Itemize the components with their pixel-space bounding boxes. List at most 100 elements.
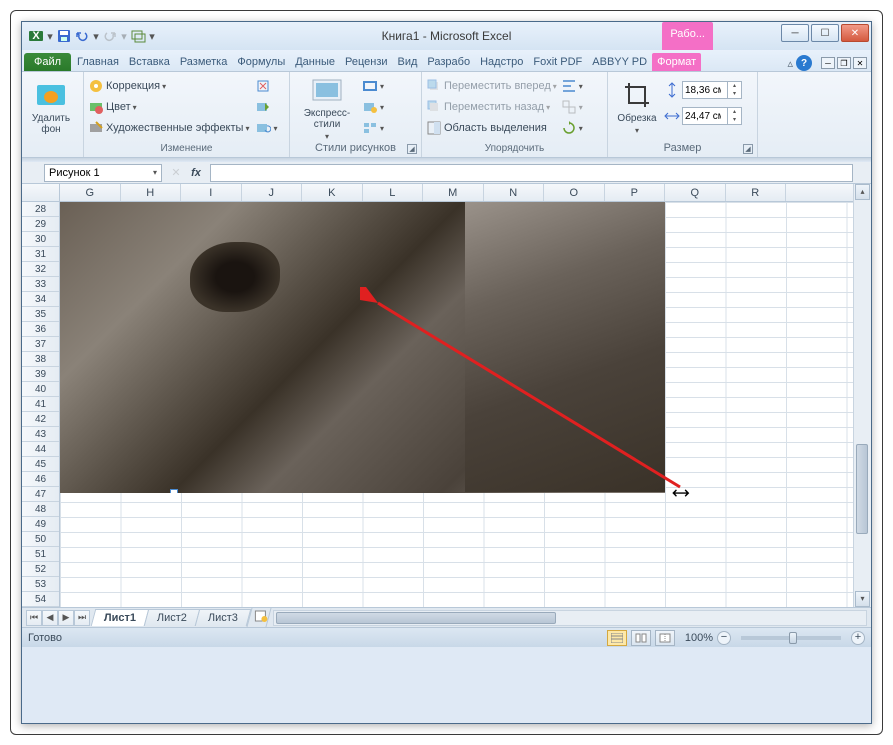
name-box[interactable]: Рисунок 1▾: [44, 164, 162, 182]
reset-picture-button[interactable]: ▾: [255, 118, 277, 138]
col-header[interactable]: P: [605, 184, 666, 201]
horizontal-scrollbar[interactable]: [273, 610, 867, 626]
row-header[interactable]: 42: [22, 412, 59, 427]
minimize-button[interactable]: ─: [781, 24, 809, 42]
close-button[interactable]: ✕: [841, 24, 869, 42]
bring-forward-button[interactable]: Переместить вперед▾: [426, 76, 557, 96]
height-spinner[interactable]: ▴▾: [682, 81, 742, 99]
tab-nav-prev[interactable]: ◀: [42, 610, 58, 626]
scroll-up-button[interactable]: ▴: [855, 184, 870, 200]
width-spinner[interactable]: ▴▾: [682, 107, 742, 125]
col-header[interactable]: I: [181, 184, 242, 201]
tab-nav-first[interactable]: ⏮: [26, 610, 42, 626]
express-styles-button[interactable]: Экспресс-стили ▾: [294, 74, 360, 140]
compress-button[interactable]: [255, 76, 277, 96]
qat-customize-icon[interactable]: [130, 28, 146, 44]
row-header[interactable]: 44: [22, 442, 59, 457]
zoom-thumb[interactable]: [789, 632, 797, 644]
tab-addins[interactable]: Надстро: [475, 53, 528, 71]
sheet-tab-1[interactable]: Лист1: [91, 609, 150, 626]
scroll-thumb[interactable]: [856, 444, 868, 534]
cells-area[interactable]: ⤡: [60, 202, 853, 607]
tab-layout[interactable]: Разметка: [175, 53, 233, 71]
row-header[interactable]: 47: [22, 487, 59, 502]
row-header[interactable]: 53: [22, 577, 59, 592]
send-backward-button[interactable]: Переместить назад▾: [426, 97, 557, 117]
undo-icon[interactable]: [74, 28, 90, 44]
tab-data[interactable]: Данные: [290, 53, 340, 71]
picture-border-button[interactable]: ▾: [362, 76, 384, 96]
select-all-corner[interactable]: [22, 184, 60, 202]
row-header[interactable]: 31: [22, 247, 59, 262]
col-header[interactable]: M: [423, 184, 484, 201]
zoom-level[interactable]: 100%: [685, 632, 713, 644]
workbook-restore-button[interactable]: ❐: [837, 57, 851, 69]
col-header[interactable]: J: [242, 184, 303, 201]
workbook-minimize-button[interactable]: ─: [821, 57, 835, 69]
save-icon[interactable]: [56, 28, 72, 44]
namebox-dropdown-icon[interactable]: ▾: [153, 168, 157, 177]
tab-developer[interactable]: Разрабо: [422, 53, 475, 71]
maximize-button[interactable]: ☐: [811, 24, 839, 42]
group-button[interactable]: ▾: [561, 97, 583, 117]
view-page-break-button[interactable]: [655, 630, 675, 646]
row-header[interactable]: 38: [22, 352, 59, 367]
view-normal-button[interactable]: [607, 630, 627, 646]
row-header[interactable]: 43: [22, 427, 59, 442]
row-header[interactable]: 32: [22, 262, 59, 277]
redo-dropdown-icon[interactable]: ▾: [120, 30, 128, 43]
row-header[interactable]: 40: [22, 382, 59, 397]
zoom-out-button[interactable]: −: [717, 631, 731, 645]
workbook-close-button[interactable]: ✕: [853, 57, 867, 69]
worksheet-grid[interactable]: G H I J K L M N O P Q R 28 29 30 31 32 3…: [22, 184, 871, 607]
redo-icon[interactable]: [102, 28, 118, 44]
row-header[interactable]: 49: [22, 517, 59, 532]
ribbon-minimize-icon[interactable]: ▵: [787, 57, 793, 70]
artistic-effects-button[interactable]: Художественные эффекты▾: [88, 118, 249, 138]
tab-view[interactable]: Вид: [393, 53, 423, 71]
view-page-layout-button[interactable]: [631, 630, 651, 646]
col-header[interactable]: L: [363, 184, 424, 201]
sheet-tab-2[interactable]: Лист2: [144, 609, 201, 626]
qat-more-icon[interactable]: ▾: [148, 30, 156, 43]
col-header[interactable]: G: [60, 184, 121, 201]
scroll-down-button[interactable]: ▾: [855, 591, 870, 607]
row-header[interactable]: 48: [22, 502, 59, 517]
corrections-button[interactable]: Коррекция▾: [88, 76, 249, 96]
tab-insert[interactable]: Вставка: [124, 53, 175, 71]
file-tab[interactable]: Файл: [24, 53, 71, 71]
col-header[interactable]: O: [544, 184, 605, 201]
help-icon[interactable]: ?: [796, 55, 812, 71]
excel-icon[interactable]: X: [28, 28, 44, 44]
row-header[interactable]: 41: [22, 397, 59, 412]
row-header[interactable]: 37: [22, 337, 59, 352]
row-header[interactable]: 50: [22, 532, 59, 547]
remove-background-button[interactable]: Удалить фон: [26, 74, 76, 140]
size-launcher-icon[interactable]: ◢: [743, 144, 753, 154]
color-button[interactable]: Цвет▾: [88, 97, 249, 117]
row-header[interactable]: 39: [22, 367, 59, 382]
embedded-picture[interactable]: [60, 202, 665, 493]
vertical-scrollbar[interactable]: ▴ ▾: [853, 184, 871, 607]
row-header[interactable]: 36: [22, 322, 59, 337]
row-header[interactable]: 29: [22, 217, 59, 232]
tab-nav-last[interactable]: ⏭: [74, 610, 90, 626]
row-header[interactable]: 35: [22, 307, 59, 322]
fx-icon[interactable]: fx: [188, 165, 204, 181]
qat-dropdown-icon[interactable]: ▾: [46, 30, 54, 43]
tab-format[interactable]: Формат: [652, 53, 701, 71]
row-header[interactable]: 30: [22, 232, 59, 247]
col-header[interactable]: R: [726, 184, 787, 201]
new-sheet-button[interactable]: [246, 607, 272, 628]
col-header[interactable]: Q: [665, 184, 726, 201]
formula-input[interactable]: [210, 164, 853, 182]
row-header[interactable]: 52: [22, 562, 59, 577]
row-header[interactable]: 46: [22, 472, 59, 487]
tab-abbyy[interactable]: ABBYY PD: [587, 53, 652, 71]
sheet-tab-3[interactable]: Лист3: [195, 609, 252, 626]
col-header[interactable]: K: [302, 184, 363, 201]
tab-home[interactable]: Главная: [72, 53, 124, 71]
resize-handle-bottom[interactable]: [170, 489, 178, 493]
row-header[interactable]: 45: [22, 457, 59, 472]
zoom-slider[interactable]: [741, 636, 841, 640]
